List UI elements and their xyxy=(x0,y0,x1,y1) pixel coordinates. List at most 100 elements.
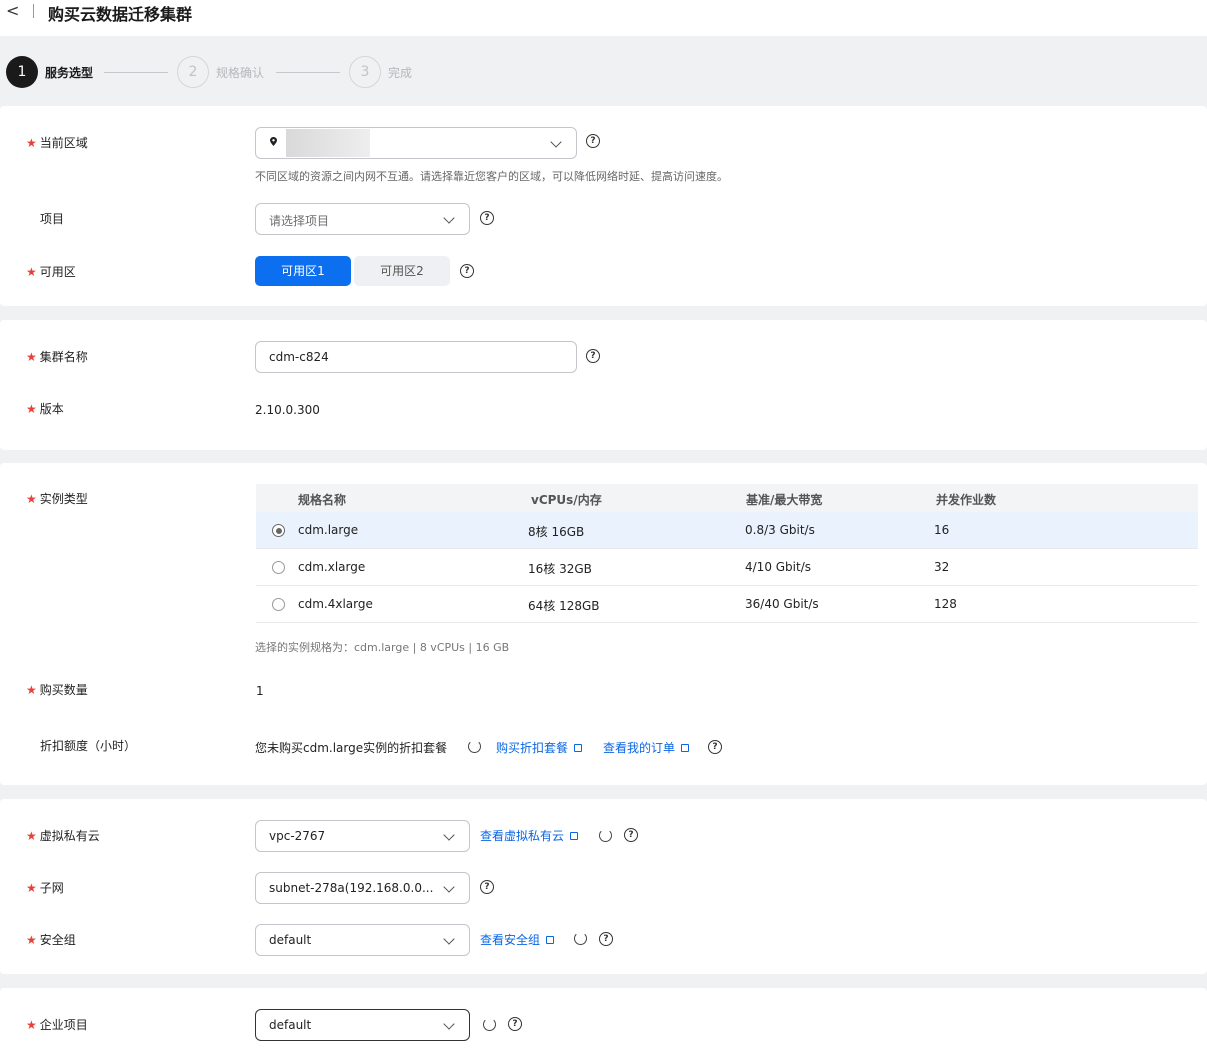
security-group-label: ★ 安全组 xyxy=(26,933,76,947)
az-label: ★ 可用区 xyxy=(26,265,76,279)
help-icon[interactable]: ? xyxy=(460,264,474,278)
header-divider xyxy=(33,4,34,18)
cluster-name-input[interactable]: cdm-c824 xyxy=(255,341,577,373)
table-row[interactable]: cdm.4xlarge 64核 128GB 36/40 Gbit/s 128 xyxy=(256,586,1198,623)
project-placeholder: 请选择项目 xyxy=(269,214,330,228)
spec-jobs: 16 xyxy=(934,523,950,537)
quantity-value: 1 xyxy=(256,684,264,698)
step-connector xyxy=(276,72,340,73)
buy-discount-link[interactable]: 购买折扣套餐 xyxy=(496,739,583,756)
cluster-name-label: ★ 集群名称 xyxy=(26,350,88,364)
project-label: 项目 xyxy=(40,212,65,226)
chevron-down-icon xyxy=(443,1018,455,1030)
refresh-icon[interactable] xyxy=(599,829,612,842)
step-2-label: 规格确认 xyxy=(216,66,265,80)
az-option-2[interactable]: 可用区2 xyxy=(354,256,450,286)
enterprise-project-select[interactable]: default xyxy=(255,1009,470,1041)
step-2-circle: 2 xyxy=(177,56,209,88)
column-header-vcpu: vCPUs/内存 xyxy=(531,493,602,507)
view-security-group-link[interactable]: 查看安全组 xyxy=(480,931,555,948)
instance-type-table: 规格名称 vCPUs/内存 基准/最大带宽 并发作业数 cdm.large 8核… xyxy=(256,484,1198,623)
view-orders-link[interactable]: 查看我的订单 xyxy=(603,739,690,756)
refresh-icon[interactable] xyxy=(574,932,587,945)
step-1-label: 服务选型 xyxy=(45,66,94,80)
subnet-value: subnet-278a(192.168.0.0... xyxy=(269,881,434,895)
chevron-down-icon xyxy=(443,829,455,841)
region-select[interactable] xyxy=(255,127,577,159)
external-link-icon xyxy=(570,832,579,840)
help-icon[interactable]: ? xyxy=(586,349,600,363)
help-icon[interactable]: ? xyxy=(480,880,494,894)
spec-bandwidth: 4/10 Gbit/s xyxy=(745,560,812,574)
column-header-bandwidth: 基准/最大带宽 xyxy=(746,493,823,507)
subnet-select[interactable]: subnet-278a(192.168.0.0... xyxy=(255,872,470,904)
help-icon[interactable]: ? xyxy=(708,740,722,754)
spec-jobs: 128 xyxy=(934,597,957,611)
help-icon[interactable]: ? xyxy=(624,828,638,842)
spec-jobs: 32 xyxy=(934,560,950,574)
spec-name: cdm.4xlarge xyxy=(298,597,373,611)
column-header-jobs: 并发作业数 xyxy=(936,493,997,507)
chevron-down-icon xyxy=(550,136,562,148)
step-3-circle: 3 xyxy=(349,56,381,88)
help-icon[interactable]: ? xyxy=(508,1017,522,1031)
spec-name: cdm.xlarge xyxy=(298,560,366,574)
security-group-value: default xyxy=(269,933,312,947)
column-header-name: 规格名称 xyxy=(298,493,347,507)
help-icon[interactable]: ? xyxy=(599,932,613,946)
instance-card: ★ 实例类型 规格名称 vCPUs/内存 基准/最大带宽 并发作业数 cdm.la… xyxy=(0,463,1207,785)
enterprise-project-value: default xyxy=(269,1018,312,1032)
radio-button[interactable] xyxy=(272,598,285,611)
help-icon[interactable]: ? xyxy=(480,211,494,225)
region-label: ★ 当前区域 xyxy=(26,136,88,150)
radio-button[interactable] xyxy=(272,561,285,574)
refresh-icon[interactable] xyxy=(483,1018,496,1031)
help-icon[interactable]: ? xyxy=(586,134,600,148)
vpc-select[interactable]: vpc-2767 xyxy=(255,820,470,852)
step-connector xyxy=(104,72,168,73)
chevron-down-icon xyxy=(443,933,455,945)
spec-vcpu: 64核 128GB xyxy=(528,599,600,613)
table-row[interactable]: cdm.xlarge 16核 32GB 4/10 Gbit/s 32 xyxy=(256,549,1198,586)
security-group-select[interactable]: default xyxy=(255,924,470,956)
region-value-masked xyxy=(286,129,370,157)
spec-bandwidth: 36/40 Gbit/s xyxy=(745,597,819,611)
location-pin-icon xyxy=(270,137,277,146)
instance-type-label: ★ 实例类型 xyxy=(26,492,88,506)
cluster-card: ★ 集群名称 cdm-c824 ? ★ 版本 2.10.0.300 xyxy=(0,320,1207,450)
enterprise-card: ★ 企业项目 default ? xyxy=(0,988,1207,1051)
version-value: 2.10.0.300 xyxy=(255,403,320,417)
refresh-icon[interactable] xyxy=(468,740,481,753)
step-indicator: 1 服务选型 2 规格确认 3 完成 xyxy=(0,56,600,92)
external-link-icon xyxy=(546,936,555,944)
spec-name: cdm.large xyxy=(298,523,359,537)
chevron-left-icon[interactable]: < xyxy=(6,1,19,20)
discount-text: 您未购买cdm.large实例的折扣套餐 xyxy=(255,741,448,755)
region-card: ★ 当前区域 ? 不同区域的资源之间内网不互通。请选择靠近您客户的区域，可以降低网… xyxy=(0,106,1207,306)
selected-spec-summary: 选择的实例规格为：cdm.large | 8 vCPUs | 16 GB xyxy=(255,641,510,654)
project-select[interactable]: 请选择项目 xyxy=(255,203,470,235)
cluster-name-value: cdm-c824 xyxy=(269,350,329,364)
discount-label: 折扣额度（小时） xyxy=(40,739,137,753)
az-option-1[interactable]: 可用区1 xyxy=(255,256,351,286)
enterprise-project-label: ★ 企业项目 xyxy=(26,1018,88,1032)
radio-button[interactable] xyxy=(272,524,285,537)
network-card: ★ 虚拟私有云 vpc-2767 查看虚拟私有云 ? ★ 子网 subnet-278… xyxy=(0,799,1207,974)
chevron-down-icon xyxy=(443,881,455,893)
region-hint: 不同区域的资源之间内网不互通。请选择靠近您客户的区域，可以降低网络时延、提高访问… xyxy=(255,170,728,183)
table-row[interactable]: cdm.large 8核 16GB 0.8/3 Gbit/s 16 xyxy=(256,512,1198,549)
vpc-label: ★ 虚拟私有云 xyxy=(26,829,100,843)
page-title: 购买云数据迁移集群 xyxy=(48,5,193,24)
view-vpc-link[interactable]: 查看虚拟私有云 xyxy=(480,827,579,844)
quantity-label: ★ 购买数量 xyxy=(26,683,88,697)
step-3-label: 完成 xyxy=(388,66,413,80)
external-link-icon xyxy=(681,744,690,752)
spec-vcpu: 16核 32GB xyxy=(528,562,592,576)
step-1-circle: 1 xyxy=(6,56,38,88)
table-header: 规格名称 vCPUs/内存 基准/最大带宽 并发作业数 xyxy=(256,484,1198,512)
spec-vcpu: 8核 16GB xyxy=(528,525,585,539)
external-link-icon xyxy=(574,744,583,752)
version-label: ★ 版本 xyxy=(26,402,64,416)
vpc-value: vpc-2767 xyxy=(269,829,326,843)
page-header: < 购买云数据迁移集群 xyxy=(0,0,1207,36)
